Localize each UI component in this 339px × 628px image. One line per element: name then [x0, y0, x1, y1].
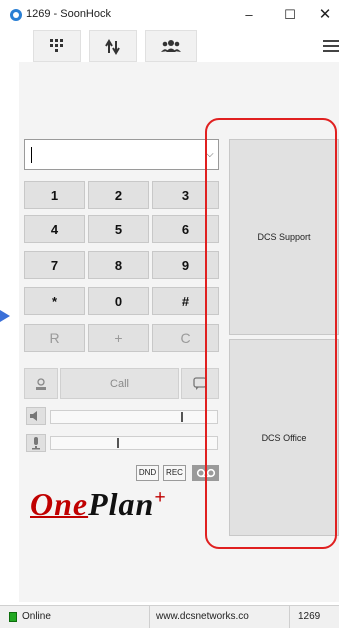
key-redial[interactable]: R: [24, 324, 85, 352]
tab-dialpad[interactable]: [33, 30, 81, 62]
chat-icon: [193, 377, 207, 390]
minimize-button[interactable]: –: [234, 2, 264, 28]
status-text: Online: [22, 611, 51, 622]
status-url: www.dcsnetworks.co: [149, 606, 290, 628]
key-3[interactable]: 3: [152, 181, 219, 209]
key-8[interactable]: 8: [88, 251, 149, 279]
logo-plan: Plan: [88, 486, 155, 522]
key-9[interactable]: 9: [152, 251, 219, 279]
camera-icon: [36, 378, 46, 390]
speaker-volume-slider[interactable]: [50, 410, 218, 424]
title-bar: 1269 - SoonHock – ☐ ✕: [0, 0, 339, 30]
dial-number-input[interactable]: [29, 144, 199, 166]
status-extension: 1269: [298, 611, 321, 622]
dialpad-icon: [50, 39, 63, 52]
key-4[interactable]: 4: [24, 215, 85, 243]
logo-plus: +: [154, 486, 167, 509]
key-5[interactable]: 5: [88, 215, 149, 243]
voicemail-button[interactable]: [192, 465, 219, 481]
microphone-volume-slider[interactable]: [50, 436, 218, 450]
key-2[interactable]: 2: [88, 181, 149, 209]
chevron-down-icon[interactable]: ⌵: [206, 149, 214, 160]
oneplan-logo: OnePlan+: [30, 486, 167, 523]
contacts-icon: [161, 40, 181, 52]
key-hash[interactable]: #: [152, 287, 219, 315]
status-bar: Online www.dcsnetworks.co 1269: [0, 605, 339, 628]
key-1[interactable]: 1: [24, 181, 85, 209]
tab-contacts[interactable]: [145, 30, 197, 62]
key-0[interactable]: 0: [88, 287, 149, 315]
logo-one: One: [30, 486, 89, 522]
speed-dial-dcs-support[interactable]: DCS Support: [229, 139, 339, 335]
speaker-icon[interactable]: [26, 407, 46, 425]
key-plus[interactable]: +: [88, 324, 149, 352]
maximize-button[interactable]: ☐: [275, 2, 305, 28]
tab-transfer[interactable]: [89, 30, 137, 62]
speed-dial-label: DCS Support: [257, 232, 311, 242]
close-button[interactable]: ✕: [310, 2, 339, 28]
window-title: 1269 - SoonHock: [26, 8, 111, 20]
video-call-button[interactable]: [24, 368, 58, 399]
transfer-arrows-icon: [105, 39, 120, 55]
app-icon: [10, 9, 22, 21]
key-clear[interactable]: C: [152, 324, 219, 352]
key-7[interactable]: 7: [24, 251, 85, 279]
call-button[interactable]: Call: [60, 368, 179, 399]
voicemail-icon: [196, 468, 215, 478]
dnd-button[interactable]: DND: [136, 465, 159, 481]
dial-input-box[interactable]: ⌵: [24, 139, 219, 170]
arrow-right-icon: [0, 310, 10, 322]
menu-icon[interactable]: [323, 40, 339, 52]
rec-button[interactable]: REC: [163, 465, 186, 481]
online-status-icon: [9, 612, 17, 622]
speed-dial-label: DCS Office: [261, 432, 307, 443]
message-button[interactable]: [181, 368, 219, 399]
speaker-volume-thumb[interactable]: [181, 412, 183, 422]
key-6[interactable]: 6: [152, 215, 219, 243]
tab-bar: [0, 30, 339, 62]
microphone-icon[interactable]: [26, 434, 46, 452]
speed-dial-dcs-office[interactable]: DCS Office: [229, 339, 339, 536]
key-star[interactable]: *: [24, 287, 85, 315]
microphone-volume-thumb[interactable]: [117, 438, 119, 448]
